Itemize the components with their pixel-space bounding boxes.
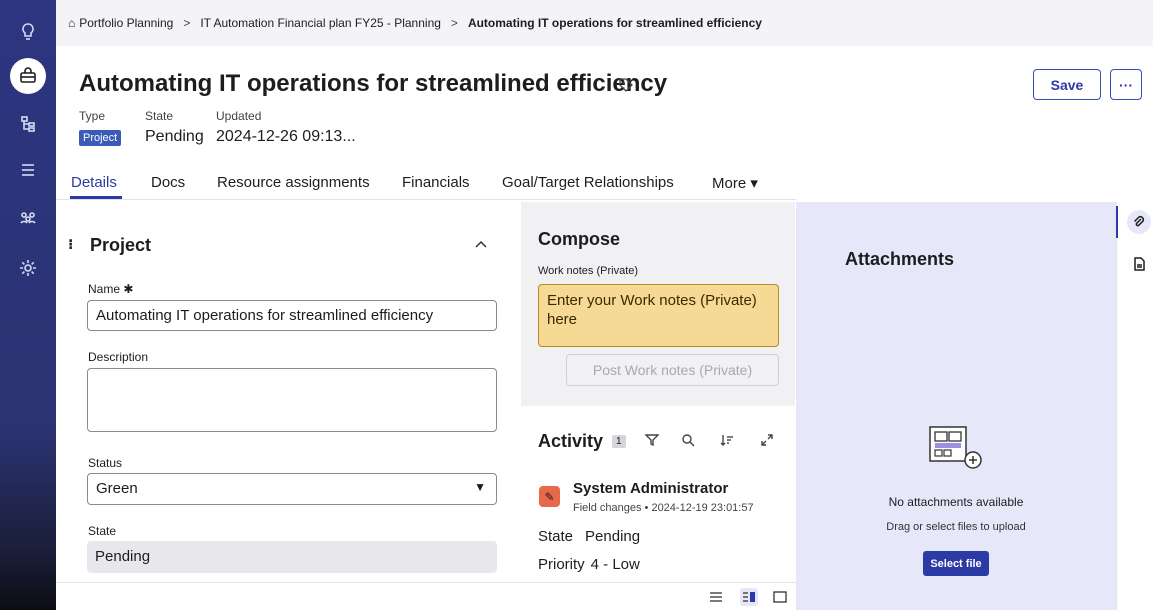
breadcrumb-current: Automating IT operations for streamlined… [467,16,762,30]
tab-divider [56,199,796,200]
tab-goal-target-relationships[interactable]: Goal/Target Relationships [502,174,674,191]
team-icon[interactable] [8,198,48,238]
updated-label: Updated [216,109,262,123]
search-icon[interactable] [681,433,697,449]
activity-meta: Field changes • 2024-12-19 23:01:57 [573,502,754,514]
single-column-layout-icon[interactable] [707,588,725,606]
chevron-up-icon[interactable] [473,236,489,252]
tab-more[interactable]: More ▾ [712,174,758,192]
document-icon[interactable] [1127,252,1151,276]
select-file-button[interactable]: Select file [923,551,989,576]
breadcrumb: ⌂ Portfolio Planning > IT Automation Fin… [56,0,1153,46]
activity-count-badge: 1 [612,435,626,448]
more-actions-button[interactable]: ··· [1110,69,1142,100]
attachments-panel [796,202,1116,610]
post-work-notes-button[interactable]: Post Work notes (Private) [566,354,779,386]
name-field[interactable]: Automating IT operations for streamlined… [87,300,497,331]
split-layout-icon[interactable] [740,588,758,606]
active-tab-indicator [70,196,122,199]
breadcrumb-portfolio-planning[interactable]: Portfolio Planning [79,16,173,30]
right-sidebar-active-indicator [1116,206,1118,238]
tag-icon[interactable] [617,76,635,94]
activity-field-value: Pending [585,528,641,545]
home-icon: ⌂ [68,16,76,30]
name-label: Name ✱ [88,282,134,296]
dropdown-caret-icon: ▼ [474,480,486,494]
filter-icon[interactable] [644,433,661,449]
activity-title: Activity [538,431,604,451]
upload-illustration-icon [929,426,982,469]
compose-title: Compose [538,229,621,249]
activity-author: System Administrator [573,480,729,497]
description-label: Description [88,350,149,364]
status-value: Green [96,480,138,497]
status-label: Status [88,456,123,470]
tab-resource-assignments[interactable]: Resource assignments [217,174,370,191]
description-field[interactable] [87,368,497,432]
portfolio-briefcase-icon[interactable] [10,58,46,94]
upload-hint: Drag or select files to upload [886,521,1026,533]
state-readonly-field: Pending [87,541,497,573]
pencil-icon: ✎ [539,486,560,507]
activity-field-state: State Pending [538,528,640,545]
save-button[interactable]: Save [1033,69,1101,100]
full-width-layout-icon[interactable] [771,588,789,606]
state-value: Pending [145,128,204,145]
tab-bar: Details Docs Resource assignments Financ… [56,166,796,202]
activity-field-value: 4 - Low [590,556,640,573]
section-title: Project [90,235,152,255]
updated-value: 2024-12-26 09:13... [216,128,356,145]
breadcrumb-separator: > [183,16,191,30]
work-notes-label: Work notes (Private) [538,265,639,277]
expand-icon[interactable] [760,433,776,449]
breadcrumb-financial-plan[interactable]: IT Automation Financial plan FY25 - Plan… [200,16,441,30]
state-field-label: State [88,524,117,538]
sort-icon[interactable] [720,433,736,449]
hierarchy-tree-icon[interactable] [8,104,48,144]
list-icon[interactable] [8,150,48,190]
type-badge: Project [79,130,122,146]
tab-docs[interactable]: Docs [151,174,185,191]
tab-details[interactable]: Details [71,174,117,191]
lightbulb-icon[interactable] [8,12,48,52]
paperclip-icon[interactable] [1127,210,1151,234]
drag-handle-icon[interactable]: ⁝ [68,236,73,253]
state-label: State [145,109,174,123]
work-notes-input[interactable]: Enter your Work notes (Private) here [538,284,779,347]
status-select[interactable]: Green ▼ [87,473,497,505]
activity-field-name: Priority [538,556,585,573]
breadcrumb-separator: > [450,16,458,30]
attachments-title: Attachments [845,249,955,269]
activity-field-priority: Priority 4 - Low [538,556,640,573]
no-attachments-text: No attachments available [888,495,1024,509]
settings-gear-icon[interactable] [8,248,48,288]
tab-financials[interactable]: Financials [402,174,470,191]
page-title: Automating IT operations for streamlined… [79,70,668,97]
activity-field-name: State [538,528,574,545]
type-label: Type [79,109,106,123]
layout-toolbar [56,582,796,610]
